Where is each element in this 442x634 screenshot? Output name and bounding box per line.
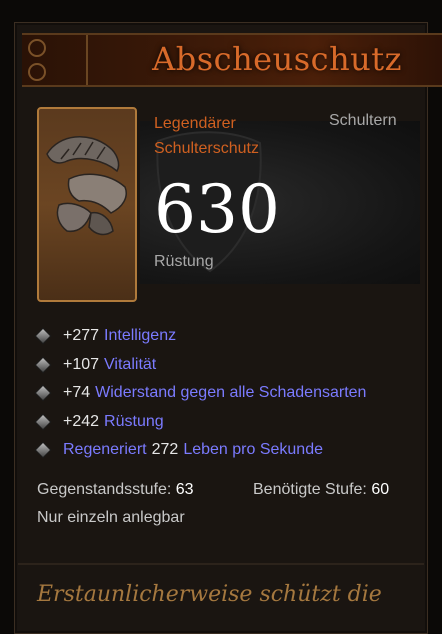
item-name: Abscheuschutz — [152, 40, 402, 78]
stat-label: Vitalität — [104, 355, 157, 373]
gem-bullet-icon — [34, 441, 52, 459]
item-title-bar: Abscheuschutz — [22, 33, 442, 87]
stat-prefix: Regeneriert — [63, 441, 147, 459]
armor-value: 630 — [154, 171, 280, 248]
required-level: Benötigte Stufe: 60 — [253, 481, 389, 499]
item-icon-frame[interactable] — [37, 107, 137, 302]
item-level-value: 63 — [175, 481, 194, 498]
stat-label: Leben pro Sekunde — [183, 441, 323, 459]
gem-bullet-icon — [34, 356, 52, 374]
stat-value: 272 — [151, 441, 179, 459]
divider — [18, 563, 424, 565]
unique-equip-note: Nur einzeln anlegbar — [37, 509, 185, 526]
armor-label: Rüstung — [154, 253, 214, 270]
item-category: Schulterschutz — [154, 140, 259, 157]
title-ornament-icon — [22, 35, 88, 85]
stat-row: +74 Widerstand gegen alle Schadensarten — [34, 379, 367, 408]
stat-value: +242 — [63, 412, 100, 430]
required-level-label: Benötigte Stufe: — [253, 481, 367, 498]
item-level-label: Gegenstandsstufe: — [37, 481, 172, 498]
stat-row: +242 Rüstung — [34, 408, 366, 437]
stat-value: +74 — [63, 384, 91, 402]
gem-bullet-icon — [34, 327, 52, 345]
gem-bullet-icon — [34, 413, 52, 431]
item-level: Gegenstandsstufe: 63 — [37, 481, 194, 499]
item-slot: Schultern — [329, 112, 397, 129]
stat-row: +277 Intelligenz — [34, 322, 366, 351]
stat-label: Intelligenz — [104, 327, 177, 345]
gem-bullet-icon — [34, 384, 52, 402]
stat-label: Widerstand gegen alle Schadensarten — [95, 384, 367, 402]
stat-value: +277 — [63, 327, 100, 345]
item-type: Legendärer Schulterschutz — [154, 111, 314, 161]
stat-label: Rüstung — [104, 412, 164, 430]
flavor-text: Erstaunlicherweise schützt die — [37, 582, 382, 607]
stat-row: +107 Vitalität — [34, 351, 366, 380]
required-level-value: 60 — [371, 481, 390, 498]
stat-value: +107 — [63, 355, 100, 373]
stat-list: +277 Intelligenz +107 Vitalität +74 Wide… — [34, 322, 367, 465]
stat-row: Regeneriert 272 Leben pro Sekunde — [34, 436, 366, 465]
shoulder-armor-icon — [46, 136, 127, 236]
item-rarity: Legendärer — [154, 115, 236, 132]
